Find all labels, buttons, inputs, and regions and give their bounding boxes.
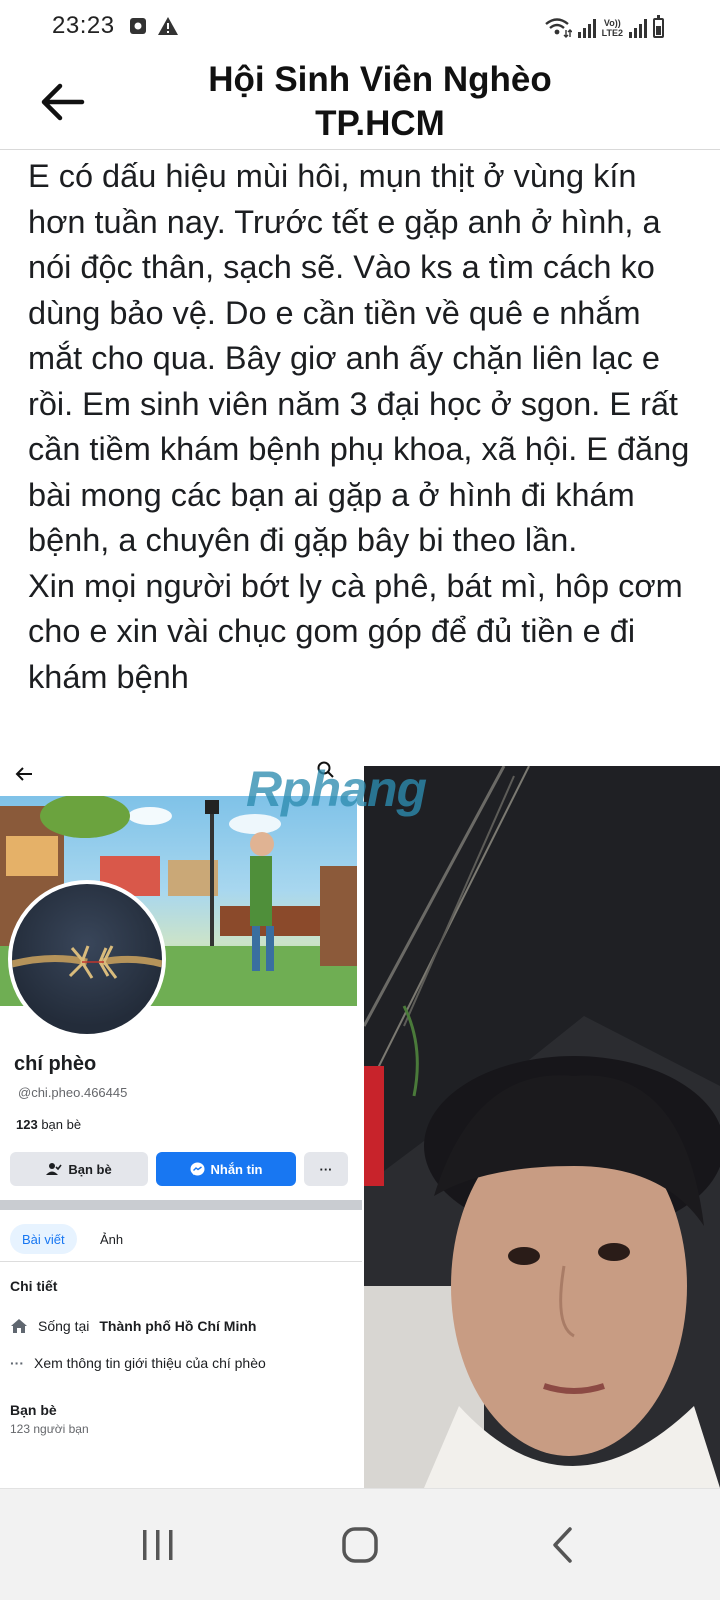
- ellipsis-icon: ···: [10, 1355, 24, 1371]
- status-bar: 23:23 Vo)) LTE2: [0, 0, 720, 52]
- profile-tabs: Bài viết Ảnh: [0, 1218, 362, 1262]
- see-about-row[interactable]: ··· Xem thông tin giới thiệu của chí phè…: [10, 1355, 266, 1371]
- app-header: Hội Sinh Viên Nghèo TP.HCM: [0, 52, 720, 150]
- recent-apps-icon: [143, 1530, 173, 1560]
- profile-screenshot-image[interactable]: chí phèo @chi.pheo.466445 123 bạn bè Bạn…: [0, 760, 362, 1488]
- back-button[interactable]: [36, 78, 88, 126]
- warning-icon: [157, 17, 178, 35]
- friends-heading: Bạn bè: [10, 1402, 57, 1418]
- back-icon: [553, 1527, 572, 1563]
- messenger-icon: [190, 1162, 204, 1175]
- profile-handle: @chi.pheo.466445: [18, 1085, 128, 1100]
- group-title-line2: TP.HCM: [315, 104, 445, 143]
- selfie-photo[interactable]: [364, 766, 720, 1488]
- more-button[interactable]: ···: [304, 1152, 348, 1186]
- friends-count: 123 bạn bè: [16, 1117, 82, 1132]
- watermark-logo: Rphang: [246, 761, 427, 817]
- system-nav-bar: [0, 1488, 720, 1600]
- recent-apps-button[interactable]: [128, 1517, 188, 1573]
- home-button[interactable]: [330, 1517, 390, 1573]
- signal-icon: [629, 18, 647, 38]
- wifi-icon: [544, 18, 572, 38]
- back-arrow-icon: [15, 767, 32, 781]
- battery-icon: [653, 15, 664, 38]
- friends-total: 123 người bạn: [10, 1422, 89, 1436]
- profile-name: chí phèo: [14, 1053, 97, 1075]
- signal-icon: [577, 18, 596, 38]
- details-heading: Chi tiết: [10, 1278, 58, 1294]
- friends-button[interactable]: Bạn bè: [10, 1152, 148, 1186]
- post-images[interactable]: Rphang chí phèo @chi.pheo.466445 123 bạn…: [0, 760, 720, 1488]
- home-icon: [342, 1527, 378, 1563]
- post-text: E có dấu hiệu mùi hôi, mụn thịt ở vùng k…: [28, 158, 690, 695]
- tab-photos[interactable]: Ảnh: [88, 1224, 135, 1254]
- profile-avatar[interactable]: [8, 880, 166, 1038]
- system-back-button[interactable]: [532, 1517, 592, 1573]
- section-divider: [0, 1200, 362, 1210]
- volte-indicator: Vo)) LTE2: [601, 18, 623, 38]
- status-time: 23:23: [52, 12, 115, 39]
- house-icon: [11, 1319, 27, 1333]
- back-arrow-icon: [41, 83, 85, 121]
- tab-posts[interactable]: Bài viết: [10, 1224, 77, 1254]
- friend-check-icon: [46, 1163, 62, 1175]
- lives-in-row: Sống tại Thành phố Hồ Chí Minh: [10, 1318, 256, 1334]
- message-button[interactable]: Nhắn tin: [156, 1152, 296, 1186]
- gallery-icon: [129, 18, 146, 34]
- group-title[interactable]: Hội Sinh Viên Nghèo TP.HCM: [100, 58, 660, 146]
- group-title-line1: Hội Sinh Viên Nghèo: [208, 60, 552, 99]
